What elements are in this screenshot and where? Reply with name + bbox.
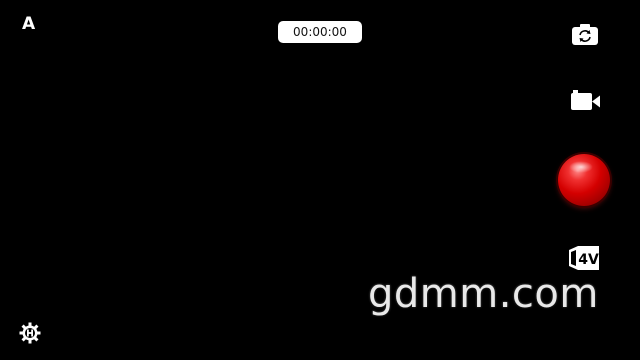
camera-switch-icon[interactable] bbox=[571, 23, 599, 47]
camera-viewfinder: A 00:00:00 4V gdmm.com bbox=[0, 0, 640, 360]
video-quality-icon[interactable]: 4V bbox=[568, 243, 602, 273]
recording-timer: 00:00:00 bbox=[278, 21, 362, 43]
mode-indicator[interactable]: A bbox=[22, 14, 35, 34]
record-button[interactable] bbox=[558, 154, 610, 206]
quality-badge-label: 4V bbox=[578, 252, 599, 268]
watermark: gdmm.com bbox=[368, 271, 599, 317]
record-button-highlight bbox=[569, 161, 593, 173]
gear-icon[interactable] bbox=[19, 322, 41, 344]
video-camera-icon[interactable] bbox=[569, 89, 601, 113]
